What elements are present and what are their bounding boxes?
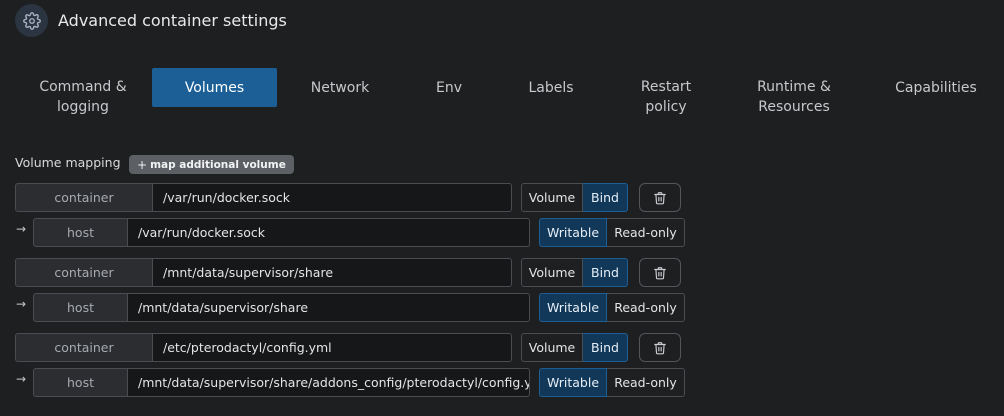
mode-writable-button[interactable]: Writable (539, 218, 607, 247)
volume-mapping-label: Volume mapping (15, 155, 121, 170)
map-additional-volume-label: map additional volume (150, 158, 286, 171)
host-prefix: host (33, 218, 128, 247)
gear-icon (15, 4, 48, 37)
mount-type-toggle: Volume Bind (521, 258, 628, 287)
page-title: Advanced container settings (58, 11, 287, 30)
map-additional-volume-button[interactable]: + map additional volume (129, 155, 294, 174)
tab-labels[interactable]: Labels (505, 68, 597, 107)
delete-volume-button[interactable] (639, 183, 681, 212)
container-path-row: container/mnt/data/supervisor/share Volum… (0, 258, 1004, 287)
arrow-right-icon: → (16, 372, 27, 386)
delete-volume-button[interactable] (639, 333, 681, 362)
mount-type-volume-button[interactable]: Volume (521, 183, 583, 212)
container-path-row: container/etc/pterodactyl/config.yml Volu… (0, 333, 1004, 362)
trash-icon (653, 266, 667, 280)
tab-command-logging[interactable]: Command & logging (15, 77, 151, 117)
mount-type-bind-button[interactable]: Bind (583, 333, 628, 362)
access-mode-toggle: Writable Read-only (539, 218, 685, 247)
trash-icon (653, 191, 667, 205)
tab-env[interactable]: Env (405, 68, 493, 107)
container-path-input[interactable]: /mnt/data/supervisor/share (153, 258, 512, 287)
mount-type-toggle: Volume Bind (521, 183, 628, 212)
container-prefix: container (15, 333, 153, 362)
settings-tabs: Command & logging Volumes Network Env La… (15, 68, 990, 120)
mount-type-toggle: Volume Bind (521, 333, 628, 362)
tab-runtime-resources[interactable]: Runtime & Resources (733, 77, 855, 117)
arrow-right-icon: → (16, 297, 27, 311)
host-path-row: → host/mnt/data/supervisor/share/addons_c… (0, 368, 1004, 397)
access-mode-toggle: Writable Read-only (539, 293, 685, 322)
mode-writable-button[interactable]: Writable (539, 293, 607, 322)
host-prefix: host (33, 368, 128, 397)
mode-read-only-button[interactable]: Read-only (607, 293, 685, 322)
mount-type-bind-button[interactable]: Bind (583, 183, 628, 212)
mount-type-bind-button[interactable]: Bind (583, 258, 628, 287)
trash-icon (653, 341, 667, 355)
tab-network[interactable]: Network (280, 68, 400, 107)
tab-capabilities[interactable]: Capabilities (885, 68, 987, 107)
host-path-input[interactable]: /mnt/data/supervisor/share (128, 293, 530, 322)
container-path-input[interactable]: /var/run/docker.sock (153, 183, 512, 212)
host-path-input[interactable]: /var/run/docker.sock (128, 218, 530, 247)
mode-read-only-button[interactable]: Read-only (607, 218, 685, 247)
container-prefix: container (15, 258, 153, 287)
delete-volume-button[interactable] (639, 258, 681, 287)
tab-restart-policy[interactable]: Restart policy (619, 77, 713, 117)
tab-volumes[interactable]: Volumes (152, 68, 277, 107)
arrow-right-icon: → (16, 222, 27, 236)
host-path-input[interactable]: /mnt/data/supervisor/share/addons_config… (128, 368, 530, 397)
mode-read-only-button[interactable]: Read-only (607, 368, 685, 397)
page-header: Advanced container settings (15, 4, 287, 37)
mount-type-volume-button[interactable]: Volume (521, 333, 583, 362)
mount-type-volume-button[interactable]: Volume (521, 258, 583, 287)
mode-writable-button[interactable]: Writable (539, 368, 607, 397)
access-mode-toggle: Writable Read-only (539, 368, 685, 397)
plus-icon: + (137, 157, 148, 172)
container-prefix: container (15, 183, 153, 212)
host-path-row: → host/var/run/docker.sock Writable Read-on… (0, 218, 1004, 247)
host-prefix: host (33, 293, 128, 322)
host-path-row: → host/mnt/data/supervisor/share Writable R… (0, 293, 1004, 322)
container-path-input[interactable]: /etc/pterodactyl/config.yml (153, 333, 512, 362)
container-path-row: container/var/run/docker.sock Volume Bind (0, 183, 1004, 212)
